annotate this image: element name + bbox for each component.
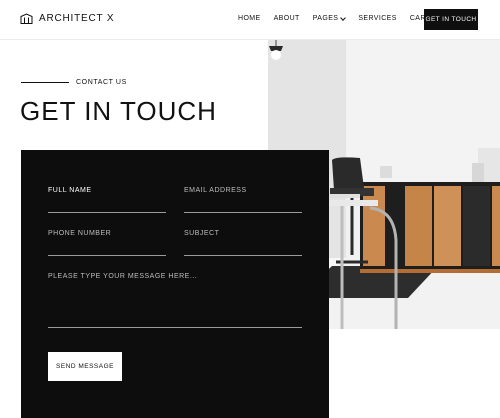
message-placeholder: PLEASE TYPE YOUR MESSAGE HERE... bbox=[48, 273, 198, 280]
email-label: EMAIL ADDRESS bbox=[184, 187, 247, 194]
site-header: ARCHITECT X HOME ABOUT PAGES SERVICES CA… bbox=[0, 0, 500, 40]
email-field[interactable]: EMAIL ADDRESS bbox=[184, 187, 302, 213]
nav-pages[interactable]: PAGES bbox=[312, 14, 347, 22]
full-name-label: FULL NAME bbox=[48, 187, 92, 194]
nav-home[interactable]: HOME bbox=[238, 15, 261, 22]
phone-label: PHONE NUMBER bbox=[48, 230, 112, 237]
nav-services[interactable]: SERVICES bbox=[358, 15, 396, 22]
subject-label: SUBJECT bbox=[184, 230, 220, 237]
building-icon bbox=[20, 13, 33, 24]
eyebrow-divider bbox=[21, 82, 69, 83]
message-field[interactable]: PLEASE TYPE YOUR MESSAGE HERE... bbox=[48, 273, 302, 328]
nav-about[interactable]: ABOUT bbox=[274, 15, 300, 22]
full-name-field[interactable]: FULL NAME bbox=[48, 187, 166, 213]
contact-eyebrow: CONTACT US bbox=[21, 79, 127, 86]
brand-logo[interactable]: ARCHITECT X bbox=[20, 13, 114, 24]
get-in-touch-button[interactable]: GET IN TOUCH bbox=[424, 9, 478, 30]
chevron-down-icon bbox=[340, 14, 347, 21]
brand-name: ARCHITECT X bbox=[39, 13, 115, 24]
phone-field[interactable]: PHONE NUMBER bbox=[48, 230, 166, 256]
send-message-button[interactable]: SEND MESSAGE bbox=[48, 352, 122, 381]
contact-form: FULL NAME EMAIL ADDRESS PHONE NUMBER SUB… bbox=[21, 150, 329, 418]
main-nav: HOME ABOUT PAGES SERVICES CART(3) bbox=[238, 14, 440, 22]
page-title: GET IN TOUCH bbox=[20, 96, 217, 126]
nav-pages-label: PAGES bbox=[312, 15, 339, 22]
subject-field[interactable]: SUBJECT bbox=[184, 230, 302, 256]
eyebrow-text: CONTACT US bbox=[76, 79, 127, 86]
